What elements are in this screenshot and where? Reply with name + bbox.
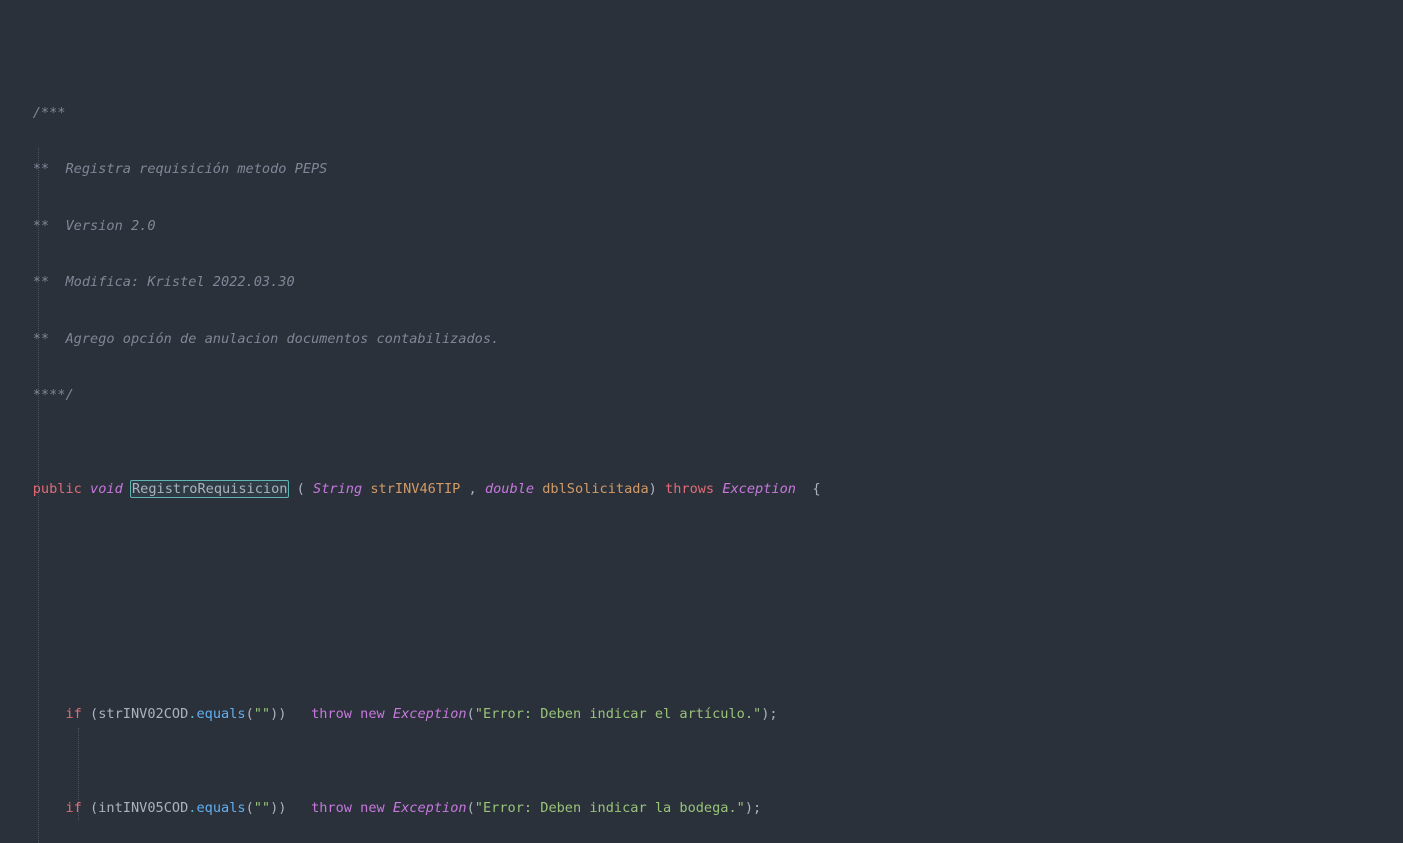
string-error-bodega: "Error: Deben indicar la bodega." [474, 800, 745, 817]
code-line: ****/ [0, 386, 1403, 405]
comment-token: /*** [0, 104, 66, 121]
code-line: ** Registra requisición metodo PEPS [0, 160, 1403, 179]
comment-token: ** Agrego opción de anulacion documentos… [0, 330, 500, 347]
return-type-keyword: void [90, 480, 123, 497]
method-equals: equals [196, 800, 246, 817]
comment-token: ** Version 2.0 [0, 217, 156, 234]
punct: ( [81, 706, 99, 723]
paren-open: ( [296, 480, 305, 497]
punct: )) [270, 706, 287, 723]
paren-close: ) [648, 480, 657, 497]
punct: ); [761, 706, 778, 723]
modifier-keyword: public [32, 480, 82, 497]
method-equals: equals [196, 706, 246, 723]
throws-keyword: throws [665, 480, 715, 497]
var-intinv05cod: intINV05COD [98, 800, 189, 817]
comma: , [460, 480, 485, 497]
code-editor[interactable]: /*** ** Registra requisición metodo PEPS… [0, 0, 1403, 843]
code-line-if-inv05cod: if (intINV05COD.equals("")) throw new Ex… [0, 799, 1403, 818]
comment-token: ** Modifica: Kristel 2022.03.30 [0, 274, 295, 291]
comment-token: ****/ [0, 386, 74, 403]
string-empty: "" [253, 706, 271, 723]
code-line: ** Version 2.0 [0, 217, 1403, 236]
string-empty: "" [253, 800, 271, 817]
comment-token: ** Registra requisición metodo PEPS [0, 161, 328, 178]
if-keyword: if [65, 706, 82, 723]
punct: ( [466, 706, 475, 723]
throw-keyword: throw new [311, 800, 385, 817]
method-name-highlight[interactable]: RegistroRequisicion [129, 479, 290, 498]
punct: ( [81, 800, 99, 817]
string-error-articulo: "Error: Deben indicar el artículo." [474, 706, 762, 723]
brace-open: { [795, 480, 821, 497]
punct: ( [466, 800, 475, 817]
exception-type: Exception [392, 706, 467, 723]
param-type-double: double [484, 480, 535, 497]
param-name-dblsolicitada: dblSolicitada [542, 480, 649, 497]
param-name-strinv46tip: strINV46TIP [370, 480, 461, 497]
code-line: ** Modifica: Kristel 2022.03.30 [0, 273, 1403, 292]
throw-keyword: throw new [311, 706, 385, 723]
punct: ( [245, 800, 254, 817]
code-line: ** Agrego opción de anulacion documentos… [0, 330, 1403, 349]
code-line: /*** [0, 104, 1403, 123]
code-line-method-signature: public void RegistroRequisicion ( String… [0, 479, 1403, 499]
code-line-if-inv02cod: if (strINV02COD.equals("")) throw new Ex… [0, 705, 1403, 724]
var-strinv02cod: strINV02COD [98, 706, 189, 723]
punct: )) [270, 800, 287, 817]
exception-type: Exception [392, 800, 467, 817]
exception-type: Exception [722, 480, 796, 497]
param-type-string: String [313, 480, 363, 497]
punct: ); [744, 800, 762, 817]
punct: ( [245, 706, 254, 723]
if-keyword: if [65, 800, 82, 817]
